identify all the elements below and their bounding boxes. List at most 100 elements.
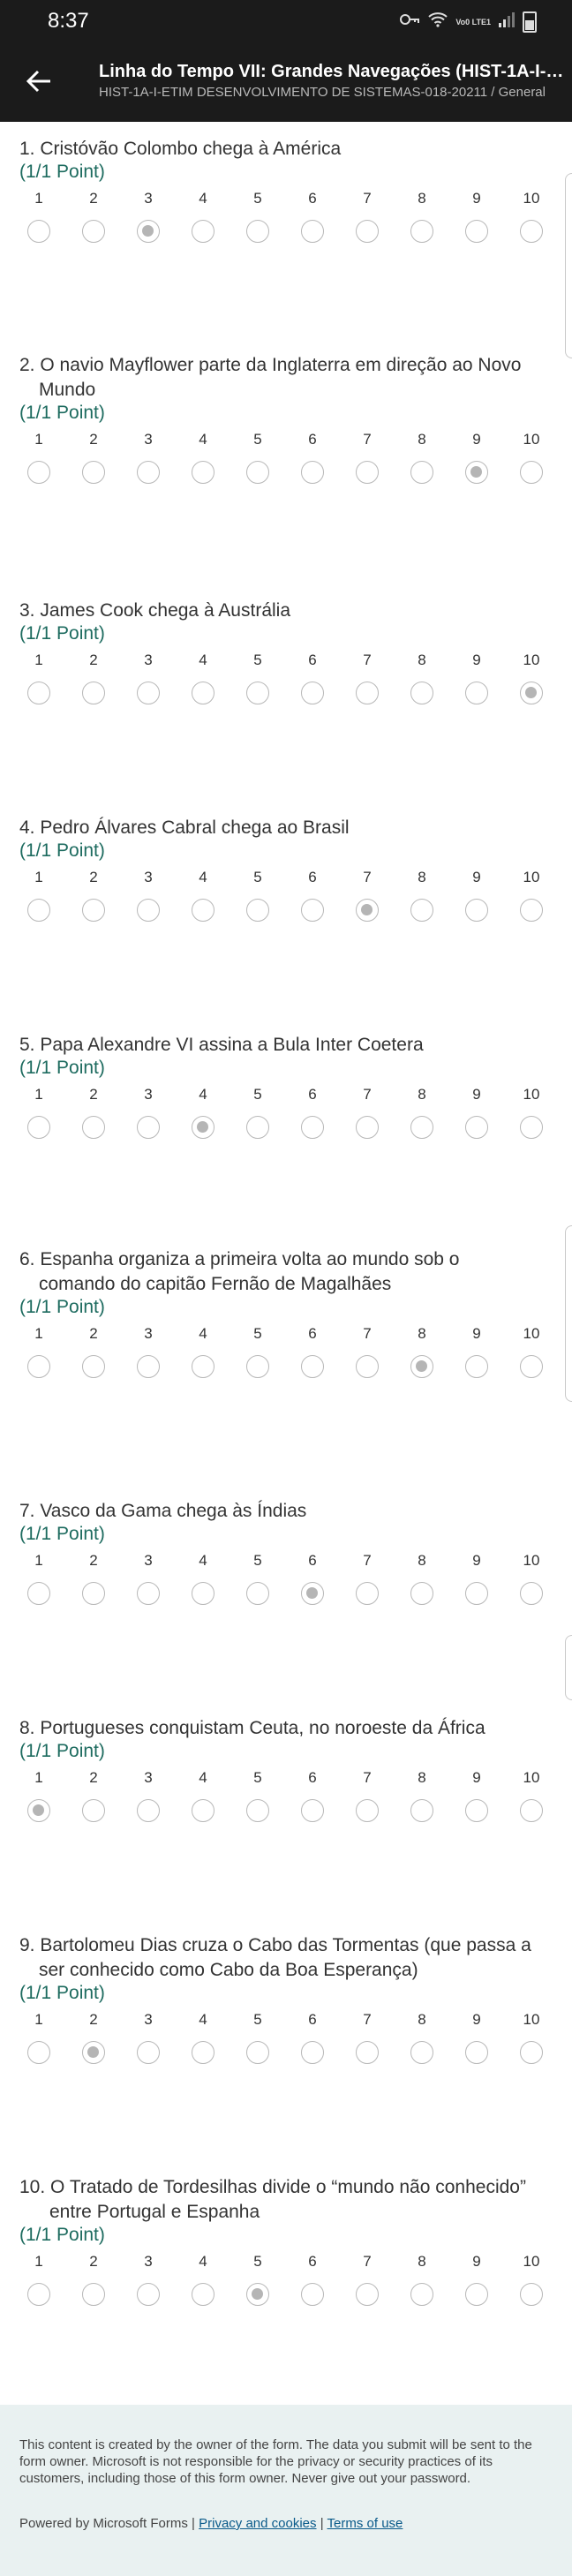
rating-radio-4[interactable] xyxy=(192,1355,214,1378)
rating-radio-10[interactable] xyxy=(520,1355,543,1378)
rating-radio-8[interactable] xyxy=(410,1116,433,1139)
rating-radio-9[interactable] xyxy=(465,220,488,243)
rating-radio-1[interactable] xyxy=(27,1799,50,1822)
rating-radio-9[interactable] xyxy=(465,1582,488,1605)
rating-radio-6[interactable] xyxy=(301,220,324,243)
rating-radio-1[interactable] xyxy=(27,220,50,243)
rating-radio-7[interactable] xyxy=(356,1799,379,1822)
right-edge-handle[interactable] xyxy=(565,1635,572,1700)
rating-radio-8[interactable] xyxy=(410,1355,433,1378)
rating-radio-4[interactable] xyxy=(192,1116,214,1139)
rating-radio-9[interactable] xyxy=(465,1116,488,1139)
rating-radio-7[interactable] xyxy=(356,1355,379,1378)
rating-radio-5[interactable] xyxy=(246,1582,269,1605)
rating-radio-7[interactable] xyxy=(356,899,379,922)
rating-radio-6[interactable] xyxy=(301,2041,324,2064)
rating-radio-5[interactable] xyxy=(246,1799,269,1822)
rating-radio-1[interactable] xyxy=(27,1582,50,1605)
back-button[interactable] xyxy=(18,64,60,102)
rating-radio-1[interactable] xyxy=(27,682,50,704)
rating-radio-9[interactable] xyxy=(465,1355,488,1378)
rating-radio-7[interactable] xyxy=(356,2041,379,2064)
rating-radio-9[interactable] xyxy=(465,1799,488,1822)
rating-radio-5[interactable] xyxy=(246,1355,269,1378)
rating-radio-10[interactable] xyxy=(520,1116,543,1139)
rating-radio-5[interactable] xyxy=(246,1116,269,1139)
rating-radio-8[interactable] xyxy=(410,682,433,704)
rating-radio-6[interactable] xyxy=(301,682,324,704)
rating-radio-2[interactable] xyxy=(82,1582,105,1605)
rating-radio-10[interactable] xyxy=(520,1799,543,1822)
rating-radio-4[interactable] xyxy=(192,2283,214,2306)
rating-radio-5[interactable] xyxy=(246,461,269,484)
rating-radio-3[interactable] xyxy=(137,1116,160,1139)
rating-radio-6[interactable] xyxy=(301,1799,324,1822)
rating-radio-8[interactable] xyxy=(410,899,433,922)
rating-radio-3[interactable] xyxy=(137,2283,160,2306)
rating-radio-3[interactable] xyxy=(137,461,160,484)
rating-radio-6[interactable] xyxy=(301,1582,324,1605)
rating-radio-4[interactable] xyxy=(192,461,214,484)
rating-radio-10[interactable] xyxy=(520,2041,543,2064)
rating-radio-4[interactable] xyxy=(192,1799,214,1822)
rating-radio-5[interactable] xyxy=(246,899,269,922)
rating-radio-4[interactable] xyxy=(192,682,214,704)
rating-radio-5[interactable] xyxy=(246,220,269,243)
rating-radio-2[interactable] xyxy=(82,2283,105,2306)
rating-radio-7[interactable] xyxy=(356,2283,379,2306)
rating-radio-1[interactable] xyxy=(27,899,50,922)
rating-radio-9[interactable] xyxy=(465,2283,488,2306)
rating-radio-8[interactable] xyxy=(410,1799,433,1822)
rating-radio-2[interactable] xyxy=(82,682,105,704)
rating-radio-1[interactable] xyxy=(27,1355,50,1378)
rating-radio-10[interactable] xyxy=(520,899,543,922)
rating-radio-9[interactable] xyxy=(465,682,488,704)
rating-radio-3[interactable] xyxy=(137,2041,160,2064)
rating-radio-8[interactable] xyxy=(410,220,433,243)
rating-radio-9[interactable] xyxy=(465,2041,488,2064)
rating-radio-4[interactable] xyxy=(192,1582,214,1605)
rating-radio-1[interactable] xyxy=(27,2041,50,2064)
rating-radio-10[interactable] xyxy=(520,2283,543,2306)
rating-radio-7[interactable] xyxy=(356,1116,379,1139)
rating-radio-10[interactable] xyxy=(520,682,543,704)
rating-radio-5[interactable] xyxy=(246,682,269,704)
rating-radio-6[interactable] xyxy=(301,2283,324,2306)
rating-radio-6[interactable] xyxy=(301,461,324,484)
rating-radio-2[interactable] xyxy=(82,461,105,484)
rating-radio-3[interactable] xyxy=(137,1799,160,1822)
rating-radio-9[interactable] xyxy=(465,461,488,484)
rating-radio-8[interactable] xyxy=(410,2041,433,2064)
rating-radio-1[interactable] xyxy=(27,461,50,484)
rating-radio-10[interactable] xyxy=(520,220,543,243)
rating-radio-2[interactable] xyxy=(82,220,105,243)
rating-radio-2[interactable] xyxy=(82,899,105,922)
rating-radio-1[interactable] xyxy=(27,2283,50,2306)
rating-radio-9[interactable] xyxy=(465,899,488,922)
rating-radio-8[interactable] xyxy=(410,461,433,484)
rating-radio-3[interactable] xyxy=(137,899,160,922)
rating-radio-4[interactable] xyxy=(192,2041,214,2064)
rating-radio-6[interactable] xyxy=(301,899,324,922)
rating-radio-1[interactable] xyxy=(27,1116,50,1139)
terms-link[interactable]: Terms of use xyxy=(327,2516,403,2531)
rating-radio-6[interactable] xyxy=(301,1116,324,1139)
rating-radio-4[interactable] xyxy=(192,220,214,243)
rating-radio-5[interactable] xyxy=(246,2283,269,2306)
rating-radio-7[interactable] xyxy=(356,1582,379,1605)
rating-radio-2[interactable] xyxy=(82,1116,105,1139)
rating-radio-7[interactable] xyxy=(356,220,379,243)
rating-radio-8[interactable] xyxy=(410,2283,433,2306)
rating-radio-4[interactable] xyxy=(192,899,214,922)
rating-radio-2[interactable] xyxy=(82,2041,105,2064)
privacy-link[interactable]: Privacy and cookies xyxy=(199,2516,316,2531)
rating-radio-7[interactable] xyxy=(356,682,379,704)
rating-radio-2[interactable] xyxy=(82,1799,105,1822)
rating-radio-10[interactable] xyxy=(520,1582,543,1605)
rating-radio-8[interactable] xyxy=(410,1582,433,1605)
rating-radio-5[interactable] xyxy=(246,2041,269,2064)
rating-radio-3[interactable] xyxy=(137,1355,160,1378)
rating-radio-7[interactable] xyxy=(356,461,379,484)
rating-radio-2[interactable] xyxy=(82,1355,105,1378)
rating-radio-3[interactable] xyxy=(137,220,160,243)
